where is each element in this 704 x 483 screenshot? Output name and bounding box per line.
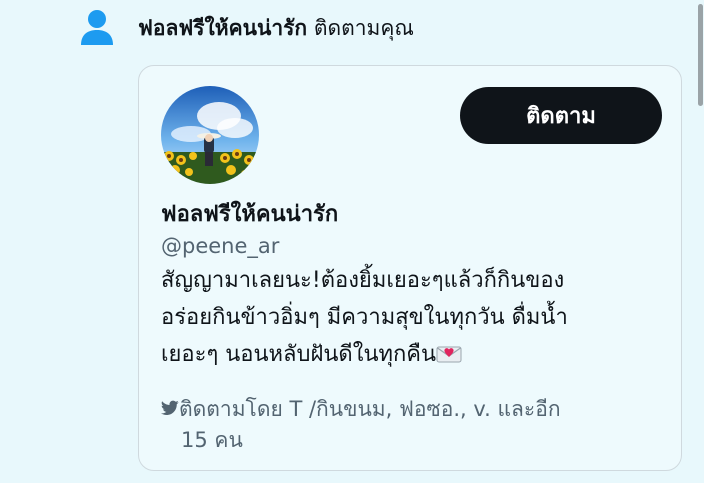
followed-by-count: 15 คน bbox=[181, 428, 243, 452]
user-handle[interactable]: @peene_ar bbox=[161, 232, 279, 260]
notification-text: ฟอลฟรีให้คนน่ารัก ติดตามคุณ bbox=[138, 14, 414, 42]
love-letter-icon bbox=[436, 346, 462, 363]
user-bio: สัญญามาเลยนะ!ต้องยิ้มเยอะๆแล้วก็กินของ อ… bbox=[161, 262, 661, 373]
user-card[interactable]: ติดตาม ฟอลฟรีให้คนน่ารัก @peene_ar สัญญา… bbox=[138, 65, 682, 471]
follow-notification[interactable]: ฟอลฟรีให้คนน่ารัก ติดตามคุณ bbox=[80, 8, 414, 48]
person-icon bbox=[81, 10, 113, 45]
followed-by-text: ติดตามโดย T /กินขนม, ฟอซอ., v. และอีก bbox=[179, 397, 561, 421]
followed-by-line: ติดตามโดย T /กินขนม, ฟอซอ., v. และอีก bbox=[161, 394, 661, 425]
follow-button[interactable]: ติดตาม bbox=[460, 87, 662, 144]
notification-user-name[interactable]: ฟอลฟรีให้คนน่ารัก bbox=[138, 16, 307, 40]
bio-line: อร่อยกินข้าวอิ่มๆ มีความสุขในทุกวัน ดื่ม… bbox=[161, 305, 568, 330]
bio-line-last: เยอะๆ นอนหลับฝันดีในทุกคืน bbox=[161, 336, 661, 373]
scrollbar[interactable] bbox=[697, 0, 704, 483]
display-name[interactable]: ฟอลฟรีให้คนน่ารัก bbox=[161, 200, 338, 230]
bio-line-text: เยอะๆ นอนหลับฝันดีในทุกคืน bbox=[161, 342, 437, 367]
avatar[interactable] bbox=[161, 86, 259, 184]
scrollbar-thumb[interactable] bbox=[698, 4, 703, 106]
bird-icon bbox=[161, 400, 179, 415]
notification-action: ติดตามคุณ bbox=[307, 16, 414, 40]
followed-by[interactable]: ติดตามโดย T /กินขนม, ฟอซอ., v. และอีก 15… bbox=[161, 394, 661, 456]
bio-line: สัญญามาเลยนะ!ต้องยิ้มเยอะๆแล้วก็กินของ bbox=[161, 268, 565, 293]
